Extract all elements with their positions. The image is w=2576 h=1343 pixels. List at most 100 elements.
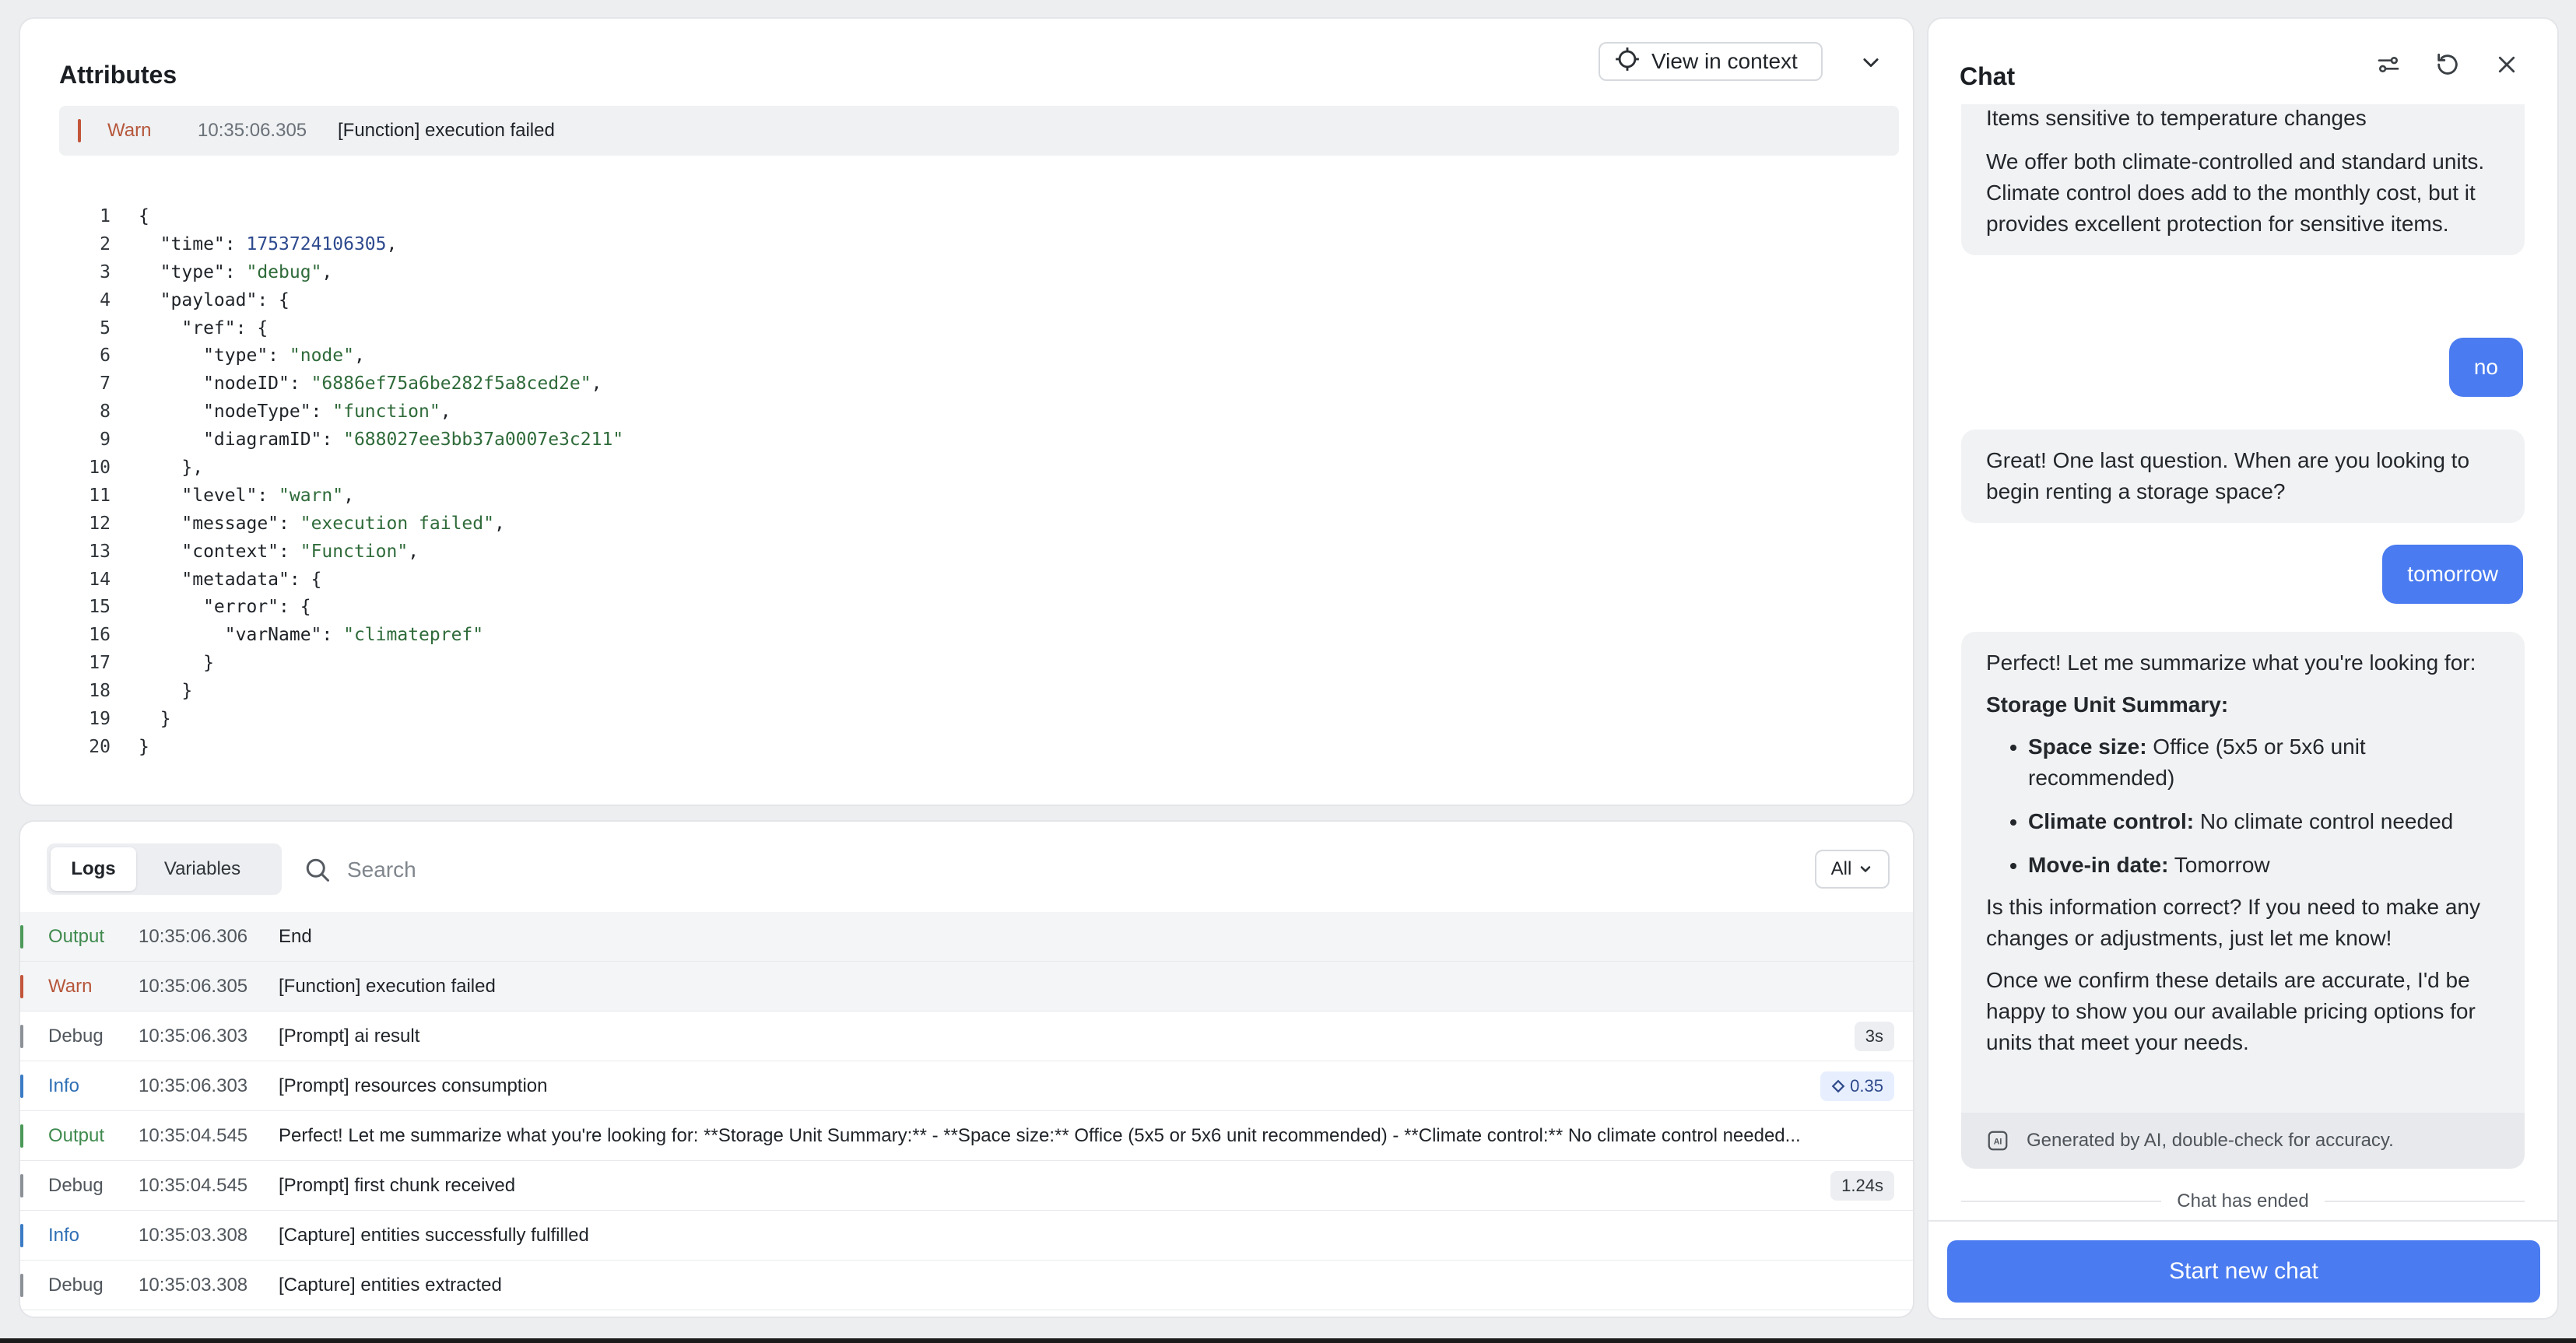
log-message: [Function] execution failed	[279, 975, 496, 997]
code-text: "context": "Function",	[139, 541, 419, 562]
code-text: "time": 1753724106305,	[139, 233, 398, 254]
log-row[interactable]: Info 10:35:06.303 [Prompt] resources consu…	[20, 1061, 1913, 1111]
bot-message-text: Great! One last question. When are you l…	[1986, 448, 2470, 503]
code-line: 11 "level": "warn",	[67, 482, 1857, 510]
token-icon	[1831, 1079, 1845, 1092]
badge-text: 1.24s	[1841, 1175, 1883, 1195]
log-level: Warn	[107, 120, 152, 141]
level-marker	[20, 1274, 23, 1297]
log-badge: 1.24s	[1830, 1170, 1894, 1201]
log-level: Output	[48, 925, 105, 947]
user-message: no	[2448, 338, 2523, 397]
line-number: 20	[89, 736, 111, 757]
level-marker	[78, 119, 81, 142]
log-level: Debug	[48, 1274, 104, 1296]
level-marker	[20, 925, 23, 949]
selected-log-summary: Warn 10:35:06.305 [Function] execution f…	[59, 106, 1899, 156]
divider	[2324, 1201, 2525, 1202]
log-list: Output 10:35:06.306 End Warn 10:35:06.305 [Fu…	[20, 912, 1913, 1310]
search-input[interactable]	[347, 857, 1281, 882]
level-filter-dropdown[interactable]: All	[1815, 850, 1890, 889]
log-level: Warn	[48, 975, 93, 997]
log-row[interactable]: Debug 10:35:06.303 [Prompt] ai result 3s	[20, 1012, 1913, 1061]
log-message: [Capture] entities extracted	[279, 1274, 502, 1296]
collapse-button[interactable]	[1855, 47, 1886, 78]
log-message: [Function] execution failed	[338, 120, 555, 141]
code-line: 19 }	[67, 705, 1857, 733]
line-number: 12	[89, 513, 111, 534]
line-number: 18	[89, 681, 111, 702]
log-row[interactable]: Debug 10:35:03.308 [Capture] entities extr…	[20, 1261, 1913, 1310]
code-text: "error": {	[139, 597, 311, 618]
level-marker	[20, 1124, 23, 1148]
log-badge: 0.35	[1820, 1071, 1894, 1101]
code-text: "ref": {	[139, 317, 268, 338]
code-line: 20}	[67, 733, 1857, 761]
code-line: 7 "nodeID": "6886ef75a6be282f5a8ced2e",	[67, 370, 1857, 398]
line-number: 15	[89, 597, 111, 618]
code-text: "level": "warn",	[139, 485, 354, 506]
log-badge: 3s	[1854, 1021, 1894, 1051]
view-in-context-button[interactable]: View in context	[1599, 42, 1823, 81]
code-line: 15 "error": {	[67, 593, 1857, 621]
start-new-chat-button[interactable]: Start new chat	[1947, 1240, 2540, 1303]
settings-sliders-button[interactable]	[2371, 47, 2406, 82]
log-row[interactable]: Output 10:35:06.306 End	[20, 912, 1913, 962]
log-level: Info	[48, 1075, 80, 1096]
chevron-down-icon	[1861, 866, 1871, 872]
code-line: 17 }	[67, 649, 1857, 677]
line-number: 17	[89, 653, 111, 674]
line-number: 10	[89, 457, 111, 478]
log-row[interactable]: Output 10:35:04.545 Perfect! Let me summar…	[20, 1111, 1913, 1161]
summary-intro: Perfect! Let me summarize what you're lo…	[1986, 650, 2476, 675]
code-line: 2 "time": 1753724106305,	[67, 230, 1857, 258]
log-timestamp: 10:35:03.308	[139, 1224, 248, 1246]
user-message: tomorrow	[2382, 545, 2523, 604]
tab-logs[interactable]: Logs	[51, 847, 136, 891]
log-timestamp: 10:35:06.303	[139, 1025, 248, 1047]
code-text: "metadata": {	[139, 569, 322, 590]
code-line: 5 "ref": {	[67, 314, 1857, 342]
code-text: }	[139, 736, 149, 757]
summary-item: Space size: Office (5x5 or 5x6 unit reco…	[2028, 731, 2500, 794]
code-text: },	[139, 457, 204, 478]
chat-messages: Items sensitive to temperature changes W…	[1928, 104, 2557, 1209]
log-message: [Capture] entities successfully fulfille…	[279, 1224, 589, 1246]
code-text: "varName": "climatepref"	[139, 625, 484, 646]
line-number: 8	[100, 401, 111, 423]
code-text: }	[139, 708, 171, 729]
line-number: 1	[100, 205, 111, 226]
sliders-icon	[2378, 57, 2399, 72]
level-marker	[20, 1224, 23, 1247]
code-line: 1{	[67, 202, 1857, 230]
code-line: 4 "payload": {	[67, 286, 1857, 314]
chat-footer: Start new chat	[1928, 1220, 2557, 1318]
restart-chat-button[interactable]	[2430, 47, 2465, 82]
code-text: "nodeID": "6886ef75a6be282f5a8ced2e",	[139, 373, 602, 394]
svg-text:AI: AI	[1994, 1137, 2002, 1146]
bot-message-paragraph: We offer both climate-controlled and sta…	[1986, 149, 2485, 236]
bot-message: Great! One last question. When are you l…	[1961, 430, 2525, 523]
level-marker	[20, 1025, 23, 1048]
line-number: 7	[100, 373, 111, 394]
code-line: 9 "diagramID": "688027ee3bb37a0007e3c211…	[67, 426, 1857, 454]
log-row[interactable]: Debug 10:35:04.545 [Prompt] first chunk re…	[20, 1161, 1913, 1211]
attributes-panel: Attributes View in context Warn 10:35:06…	[19, 17, 1914, 806]
tab-variables[interactable]: Variables	[136, 847, 268, 891]
chat-ended-label: Chat has ended	[2177, 1190, 2309, 1212]
close-chat-button[interactable]	[2489, 47, 2525, 82]
bot-summary-message: Perfect! Let me summarize what you're lo…	[1961, 632, 2525, 1113]
log-row[interactable]: Warn 10:35:06.305 [Function] execution fai…	[20, 962, 1913, 1012]
line-number: 5	[100, 317, 111, 338]
code-text: {	[139, 205, 149, 226]
log-row[interactable]: Info 10:35:03.308 [Capture] entities succe…	[20, 1211, 1913, 1261]
chat-title: Chat	[1960, 62, 2016, 90]
code-text: }	[139, 653, 214, 674]
log-message: Perfect! Let me summarize what you're lo…	[279, 1124, 1801, 1146]
code-line: 12 "message": "execution failed",	[67, 510, 1857, 538]
ai-disclaimer: AI Generated by AI, double-check for acc…	[1961, 1113, 2525, 1169]
code-text: "type": "node",	[139, 345, 365, 366]
crosshair-icon	[1614, 46, 1641, 78]
summary-heading: Storage Unit Summary:	[1986, 693, 2229, 717]
code-line: 16 "varName": "climatepref"	[67, 621, 1857, 649]
